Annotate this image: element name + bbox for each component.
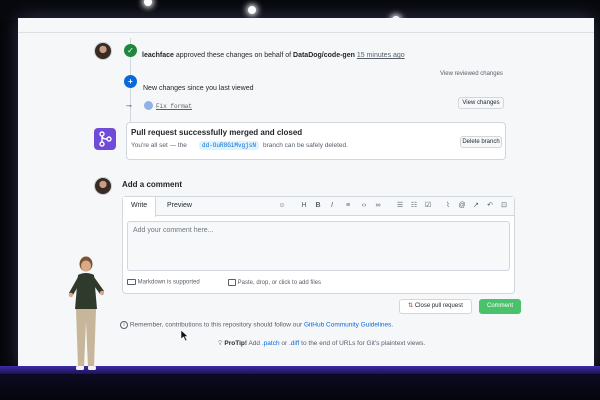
bulleted-list-icon[interactable]: ☷ — [409, 201, 419, 211]
numbered-list-icon[interactable]: ☰ — [395, 201, 405, 211]
stage-light — [248, 6, 256, 14]
copilot-icon[interactable]: ☺ — [277, 201, 287, 211]
mouse-cursor — [181, 330, 189, 341]
attach-files-note[interactable]: Paste, drop, or click to add files — [228, 279, 321, 286]
approval-text: leachface approved these changes on beha… — [142, 52, 405, 59]
commit-message[interactable]: Fix format — [156, 103, 192, 110]
fullscreen-icon[interactable]: ⊡ — [499, 201, 509, 211]
merge-text-before: You're all set — the — [131, 142, 187, 149]
branch-name[interactable]: dd-OuR8GiMvgjsN — [199, 141, 260, 150]
protip: 💡︎ ProTip! Add .patch or .diff to the en… — [218, 340, 425, 348]
top-rule — [18, 32, 594, 33]
org-name[interactable]: DataDog/code-gen — [293, 52, 355, 59]
presenter — [68, 256, 105, 370]
bold-button[interactable]: B — [313, 201, 323, 211]
task-list-icon[interactable]: ☑ — [423, 201, 433, 211]
merge-text-after: branch can be safely deleted. — [263, 142, 348, 149]
markdown-icon — [127, 279, 136, 285]
merge-title: Pull request successfully merged and clo… — [131, 128, 303, 137]
commit-author-avatar — [144, 101, 153, 110]
approval-label: approved these changes on behalf of — [175, 52, 292, 59]
avatar — [94, 42, 112, 60]
protip-text-1: Add — [248, 340, 261, 347]
protip-text-2: or — [281, 340, 288, 347]
delete-branch-button[interactable]: Delete branch — [460, 136, 502, 148]
tab-preview[interactable]: Preview — [167, 197, 192, 215]
heading-button[interactable]: H — [299, 201, 309, 211]
patch-link[interactable]: .patch — [262, 340, 280, 347]
undo-icon[interactable]: ↶ — [485, 201, 495, 211]
close-pr-label: Close pull request — [414, 303, 463, 309]
reference-icon[interactable]: ↗ — [471, 201, 481, 211]
check-icon: ✓ — [124, 44, 137, 57]
link-icon[interactable]: ∞ — [373, 201, 383, 211]
guidelines-notice: i Remember, contributions to this reposi… — [120, 321, 393, 329]
code-icon[interactable]: ‹› — [359, 201, 369, 211]
merge-icon — [94, 128, 116, 150]
approval-time[interactable]: 15 minutes ago — [357, 52, 405, 59]
info-icon: i — [120, 321, 128, 329]
commenter-avatar — [94, 177, 112, 195]
view-changes-button[interactable]: View changes — [458, 97, 504, 109]
close-pull-request-button[interactable]: ⇅ Close pull request — [399, 299, 472, 314]
comment-placeholder: Add your comment here... — [133, 227, 214, 234]
commit-icon: ⊸ — [126, 103, 132, 110]
add-comment-heading: Add a comment — [122, 180, 183, 189]
comment-textarea[interactable]: Add your comment here... — [127, 221, 510, 271]
ceiling — [0, 0, 600, 20]
comment-editor: Write Preview ☺ H B I ≡ ‹› ∞ ☰ ☷ ☑ ⌇ @ ↗… — [122, 196, 515, 294]
attach-icon[interactable]: ⌇ — [443, 201, 453, 211]
comment-button[interactable]: Comment — [479, 299, 521, 314]
italic-button[interactable]: I — [327, 201, 337, 211]
markdown-note-label: Markdown is supported — [137, 279, 200, 286]
mention-icon[interactable]: @ — [457, 201, 467, 211]
new-changes-text: New changes since you last viewed — [143, 85, 254, 92]
approver-name[interactable]: leachface — [142, 52, 174, 59]
attach-files-label: Paste, drop, or click to add files — [237, 280, 322, 287]
markdown-note[interactable]: Markdown is supported — [127, 279, 200, 286]
community-guidelines-link[interactable]: GitHub Community Guidelines — [304, 322, 391, 329]
plus-icon: + — [124, 75, 137, 88]
diff-link[interactable]: .diff — [289, 340, 299, 347]
editor-tab-bar: Write Preview ☺ H B I ≡ ‹› ∞ ☰ ☷ ☑ ⌇ @ ↗… — [123, 197, 514, 217]
lightbulb-icon: 💡︎ — [218, 340, 223, 347]
protip-text-3: to the end of URLs for Git's plaintext v… — [301, 340, 426, 347]
notice-text: Remember, contributions to this reposito… — [129, 321, 303, 329]
quote-icon[interactable]: ≡ — [343, 201, 353, 211]
notice-end: . — [391, 321, 394, 329]
merge-status-card: Pull request successfully merged and clo… — [126, 122, 506, 160]
image-icon — [228, 279, 236, 286]
close-pr-icon: ⇅ — [408, 303, 414, 309]
tab-write[interactable]: Write — [123, 197, 157, 217]
stage-floor — [0, 374, 600, 400]
protip-label: ProTip! — [224, 340, 248, 347]
view-reviewed-changes-link[interactable]: View reviewed changes — [440, 71, 503, 77]
